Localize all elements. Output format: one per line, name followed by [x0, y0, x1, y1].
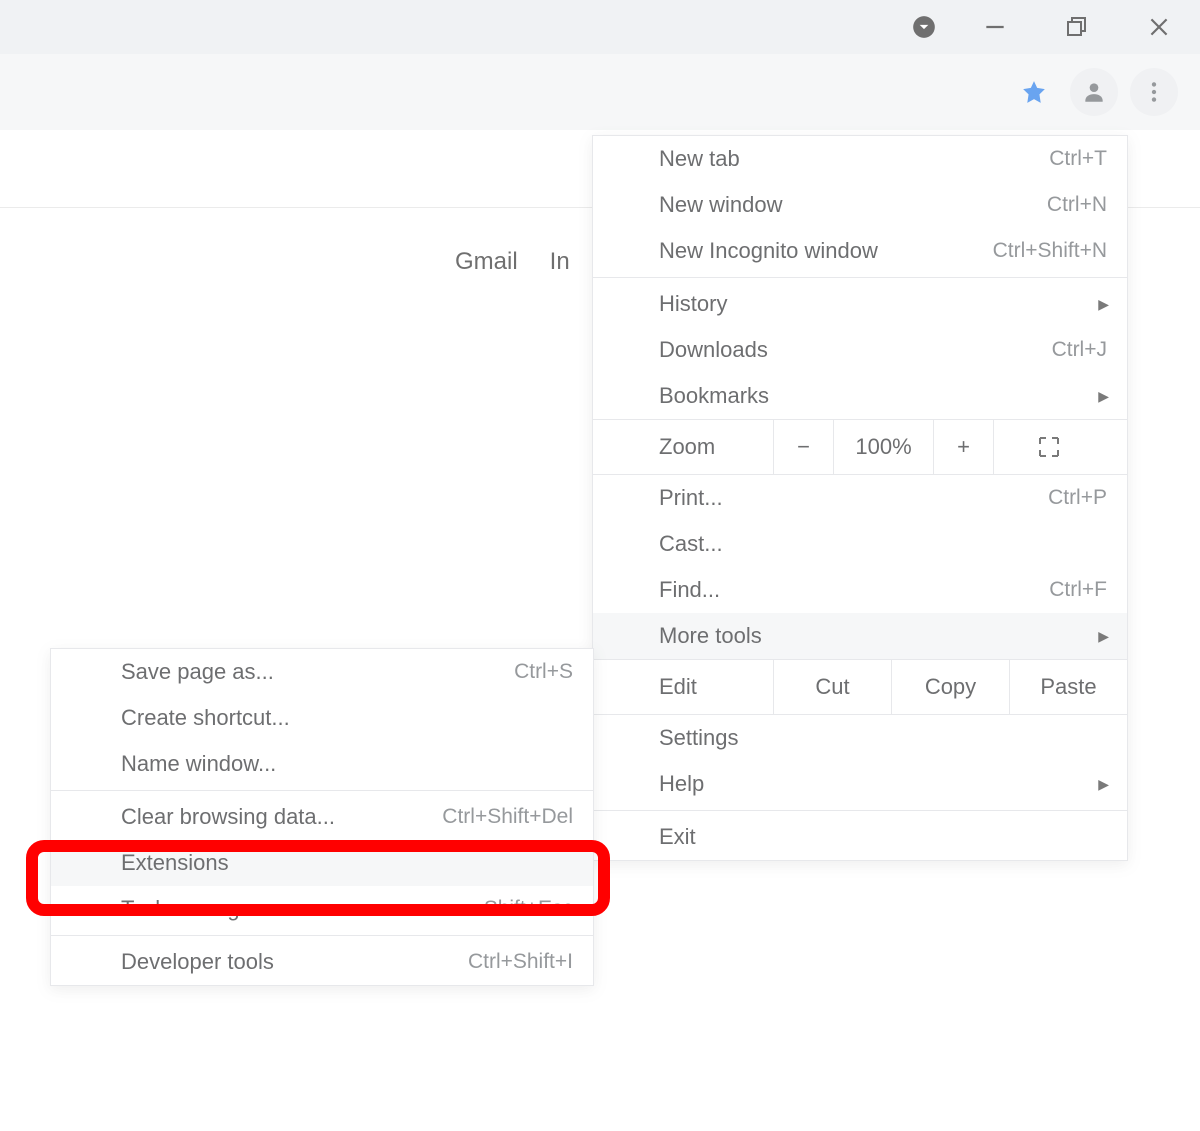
menu-label: Create shortcut... — [121, 705, 290, 731]
window-titlebar — [0, 0, 1200, 54]
edit-copy[interactable]: Copy — [891, 660, 1009, 714]
menu-new-window[interactable]: New window Ctrl+N — [593, 182, 1127, 228]
zoom-out-button[interactable]: − — [773, 420, 833, 474]
menu-label: New Incognito window — [659, 238, 878, 264]
menu-shortcut: Ctrl+S — [514, 660, 573, 684]
fullscreen-button[interactable] — [993, 420, 1103, 474]
menu-print[interactable]: Print... Ctrl+P — [593, 475, 1127, 521]
menu-label: History — [659, 291, 727, 317]
edit-cut[interactable]: Cut — [773, 660, 891, 714]
profile-avatar-icon[interactable] — [1070, 68, 1118, 116]
submenu-save-page[interactable]: Save page as... Ctrl+S — [51, 649, 593, 695]
submenu-clear-browsing-data[interactable]: Clear browsing data... Ctrl+Shift+Del — [51, 794, 593, 840]
menu-bookmarks[interactable]: Bookmarks ▶ — [593, 373, 1127, 419]
zoom-in-button[interactable]: + — [933, 420, 993, 474]
submenu-extensions[interactable]: Extensions — [51, 840, 593, 886]
menu-downloads[interactable]: Downloads Ctrl+J — [593, 327, 1127, 373]
menu-label: Clear browsing data... — [121, 804, 335, 830]
menu-find[interactable]: Find... Ctrl+F — [593, 567, 1127, 613]
menu-history[interactable]: History ▶ — [593, 281, 1127, 327]
menu-shortcut: Ctrl+T — [1049, 147, 1107, 171]
menu-shortcut: Shift+Esc — [484, 897, 573, 921]
menu-label: More tools — [659, 623, 762, 649]
bookmark-star-icon[interactable] — [1010, 68, 1058, 116]
restore-down-icon[interactable] — [894, 0, 954, 54]
menu-settings[interactable]: Settings — [593, 715, 1127, 761]
menu-label: Extensions — [121, 850, 229, 876]
menu-label: Name window... — [121, 751, 276, 777]
menu-shortcut: Ctrl+Shift+N — [993, 239, 1107, 263]
menu-label: Find... — [659, 577, 720, 603]
page-header-links: Gmail In — [455, 248, 570, 276]
zoom-label: Zoom — [593, 420, 773, 474]
gmail-link[interactable]: Gmail — [455, 248, 518, 276]
menu-shortcut: Ctrl+Shift+I — [468, 950, 573, 974]
submenu-developer-tools[interactable]: Developer tools Ctrl+Shift+I — [51, 939, 593, 985]
chevron-right-icon: ▶ — [1098, 628, 1109, 645]
maximize-button[interactable] — [1036, 0, 1118, 54]
menu-label: Bookmarks — [659, 383, 769, 409]
menu-separator — [593, 277, 1127, 278]
edit-label: Edit — [593, 660, 773, 714]
menu-label: Settings — [659, 725, 739, 751]
menu-label: New tab — [659, 146, 740, 172]
chevron-right-icon: ▶ — [1098, 776, 1109, 793]
browser-toolbar — [0, 54, 1200, 130]
kebab-menu-icon[interactable] — [1130, 68, 1178, 116]
menu-separator — [51, 790, 593, 791]
minimize-button[interactable] — [954, 0, 1036, 54]
edit-paste[interactable]: Paste — [1009, 660, 1127, 714]
menu-label: Cast... — [659, 531, 723, 557]
menu-new-tab[interactable]: New tab Ctrl+T — [593, 136, 1127, 182]
menu-label: Save page as... — [121, 659, 274, 685]
more-tools-submenu: Save page as... Ctrl+S Create shortcut..… — [50, 648, 594, 986]
menu-zoom-row: Zoom − 100% + — [593, 419, 1127, 475]
menu-help[interactable]: Help ▶ — [593, 761, 1127, 807]
images-link-cut[interactable]: In — [550, 248, 570, 276]
chevron-right-icon: ▶ — [1098, 296, 1109, 313]
menu-separator — [593, 810, 1127, 811]
zoom-value: 100% — [833, 420, 933, 474]
menu-shortcut: Ctrl+J — [1052, 338, 1107, 362]
menu-exit[interactable]: Exit — [593, 814, 1127, 860]
menu-label: Help — [659, 771, 704, 797]
menu-label: New window — [659, 192, 783, 218]
menu-label: Downloads — [659, 337, 768, 363]
menu-cast[interactable]: Cast... — [593, 521, 1127, 567]
submenu-task-manager[interactable]: Task manager Shift+Esc — [51, 886, 593, 932]
chevron-right-icon: ▶ — [1098, 388, 1109, 405]
menu-label: Print... — [659, 485, 723, 511]
menu-separator — [51, 935, 593, 936]
chrome-main-menu: New tab Ctrl+T New window Ctrl+N New Inc… — [592, 135, 1128, 861]
menu-shortcut: Ctrl+P — [1048, 486, 1107, 510]
submenu-name-window[interactable]: Name window... — [51, 741, 593, 787]
menu-label: Exit — [659, 824, 696, 850]
menu-shortcut: Ctrl+F — [1049, 578, 1107, 602]
menu-more-tools[interactable]: More tools ▶ — [593, 613, 1127, 659]
menu-edit-row: Edit Cut Copy Paste — [593, 659, 1127, 715]
menu-shortcut: Ctrl+N — [1047, 193, 1107, 217]
close-button[interactable] — [1118, 0, 1200, 54]
submenu-create-shortcut[interactable]: Create shortcut... — [51, 695, 593, 741]
menu-label: Developer tools — [121, 949, 274, 975]
menu-label: Task manager — [121, 896, 259, 922]
menu-shortcut: Ctrl+Shift+Del — [442, 805, 573, 829]
menu-incognito[interactable]: New Incognito window Ctrl+Shift+N — [593, 228, 1127, 274]
